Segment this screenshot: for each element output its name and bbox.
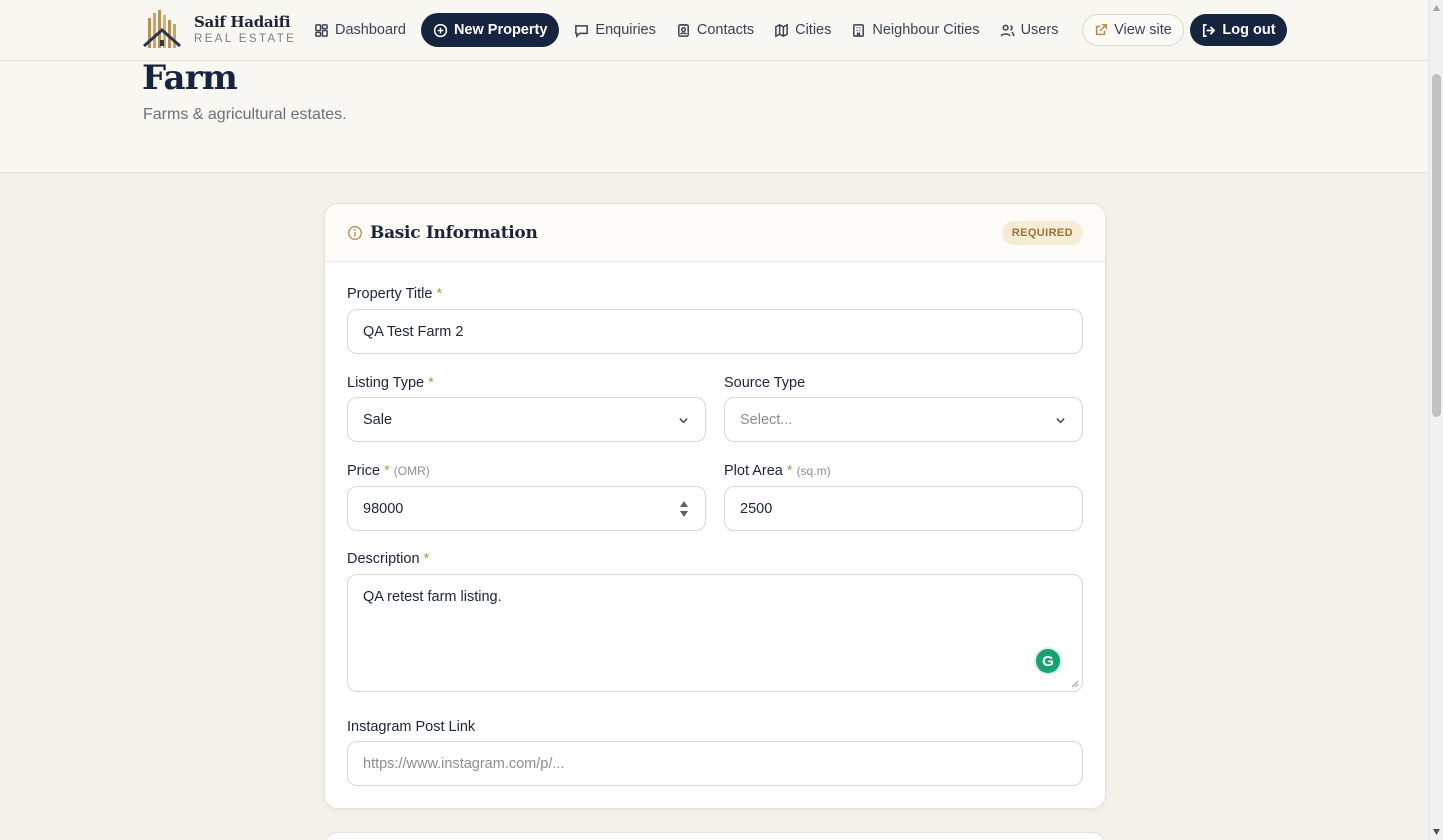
source-type-label-text: Source Type — [724, 375, 806, 391]
required-marker: * — [786, 463, 793, 479]
description-textarea[interactable]: QA retest farm listing. G — [347, 574, 1083, 692]
contact-card-icon — [677, 23, 689, 37]
brand-tagline: REAL ESTATE — [194, 32, 297, 45]
plus-circle-icon — [433, 23, 448, 37]
view-site-button[interactable]: View site — [1082, 14, 1184, 46]
property-title-label: Property Title * — [347, 286, 442, 302]
map-icon — [775, 23, 788, 37]
logout-label: Log out — [1222, 22, 1276, 38]
users-icon — [1000, 24, 1014, 36]
price-label-text: Price — [347, 463, 381, 479]
top-navigation-bar: Saif Hadaifi REAL ESTATE Dashboard New P… — [0, 0, 1428, 61]
vertical-scrollbar[interactable] — [1428, 0, 1443, 840]
nav-item-label: Contacts — [696, 22, 755, 38]
nav-item-label: Dashboard — [335, 22, 406, 38]
plot-area-label-text: Plot Area — [724, 463, 783, 479]
instagram-label-text: Instagram Post Link — [347, 719, 476, 735]
resize-handle-icon[interactable] — [1071, 680, 1079, 688]
instagram-link-input[interactable]: https://www.instagram.com/p/... — [347, 741, 1083, 786]
nav-item-dashboard[interactable]: Dashboard — [305, 13, 415, 47]
info-icon — [347, 225, 363, 241]
nav-item-cities[interactable]: Cities — [765, 13, 840, 47]
description-value: QA retest farm listing. — [363, 589, 502, 605]
nav-item-label: Enquiries — [595, 22, 656, 38]
nav-item-label: Neighbour Cities — [872, 22, 980, 38]
logout-button[interactable]: Log out — [1190, 14, 1287, 46]
required-badge: REQUIRED — [1001, 221, 1083, 245]
page-subtitle: Farms & agricultural estates. — [143, 106, 347, 123]
source-type-label: Source Type — [724, 375, 805, 391]
property-title-input[interactable]: QA Test Farm 2 — [347, 309, 1083, 354]
price-unit: (OMR) — [393, 464, 430, 478]
next-section-card — [324, 832, 1106, 840]
required-marker: * — [423, 551, 430, 567]
plot-area-label: Plot Area * (sq.m) — [724, 463, 831, 479]
chevron-down-icon — [1056, 418, 1065, 424]
listing-type-label: Listing Type * — [347, 375, 434, 391]
scroll-up-arrow-icon[interactable] — [1432, 4, 1441, 12]
external-link-icon — [1095, 23, 1108, 36]
brand[interactable]: Saif Hadaifi REAL ESTATE — [142, 10, 296, 50]
page-viewport: Saif Hadaifi REAL ESTATE Dashboard New P… — [0, 0, 1428, 840]
card-header: Basic Information REQUIRED — [325, 204, 1105, 262]
price-value: 98000 — [363, 500, 404, 517]
instagram-label: Instagram Post Link — [347, 719, 475, 735]
message-icon — [575, 24, 589, 38]
listing-type-select[interactable]: Sale — [347, 397, 706, 442]
chevron-down-icon — [679, 418, 688, 424]
scroll-down-arrow-icon[interactable] — [1432, 828, 1441, 836]
plot-area-unit: (sq.m) — [796, 464, 831, 478]
grammarly-icon[interactable]: G — [1034, 647, 1062, 675]
number-spinner-icon[interactable] — [679, 500, 689, 518]
listing-type-value: Sale — [363, 411, 393, 428]
description-label: Description * — [347, 551, 429, 567]
required-marker: * — [436, 286, 443, 302]
nav-item-contacts[interactable]: Contacts — [667, 13, 763, 47]
price-label: Price * (OMR) — [347, 463, 430, 479]
source-type-select[interactable]: Select... — [724, 397, 1083, 442]
nav-item-label: Users — [1020, 22, 1059, 38]
source-type-placeholder: Select... — [740, 411, 793, 428]
description-label-text: Description — [347, 551, 420, 567]
required-marker: * — [384, 463, 390, 479]
property-title-label-text: Property Title — [347, 286, 433, 302]
nav-item-users[interactable]: Users — [991, 13, 1068, 47]
card-title: Basic Information — [370, 223, 538, 243]
nav-item-new-property[interactable]: New Property — [420, 13, 560, 47]
listing-type-label-text: Listing Type — [347, 375, 425, 391]
page-title: Farm — [142, 58, 238, 98]
view-site-label: View site — [1114, 22, 1172, 38]
brand-logo-icon — [143, 10, 181, 48]
main-nav: Dashboard New Property Enquiries Contact… — [305, 13, 1069, 47]
basic-information-card: Basic Information REQUIRED Property Titl… — [324, 203, 1106, 809]
price-input[interactable]: 98000 — [347, 486, 706, 531]
brand-name: Saif Hadaifi — [194, 12, 291, 31]
nav-item-neighbour-cities[interactable]: Neighbour Cities — [842, 13, 988, 47]
building-icon — [853, 23, 865, 37]
logout-icon — [1203, 23, 1216, 37]
nav-item-enquiries[interactable]: Enquiries — [565, 13, 664, 47]
scrollbar-thumb[interactable] — [1432, 74, 1441, 417]
plot-area-input[interactable]: 2500 — [724, 486, 1083, 531]
dashboard-grid-icon — [315, 23, 328, 37]
nav-item-label: Cities — [795, 22, 832, 38]
required-marker: * — [428, 375, 434, 391]
nav-item-label: New Property — [453, 22, 548, 38]
